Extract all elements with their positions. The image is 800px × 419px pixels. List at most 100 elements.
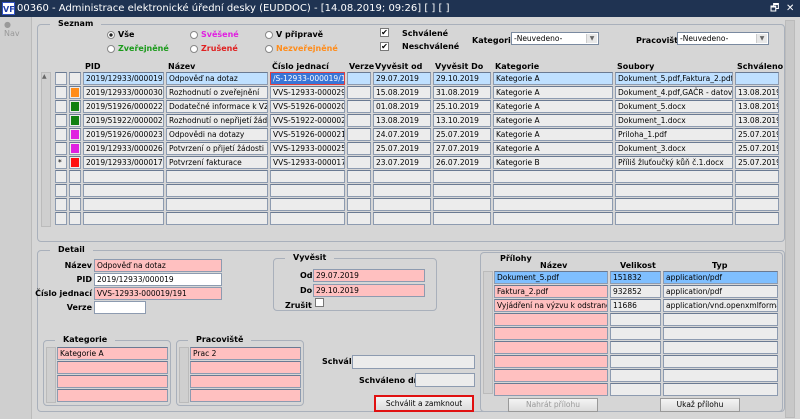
cell-cj[interactable] <box>270 184 345 197</box>
radio-button-icon[interactable] <box>190 30 198 39</box>
attachment-cell-nazev[interactable]: Dokument_5.pdf <box>494 271 608 284</box>
attachment-cell-velikost[interactable] <box>610 383 661 396</box>
cell-verze[interactable] <box>347 170 371 183</box>
cell-verze[interactable] <box>347 72 371 85</box>
cell-schvaleno[interactable]: 13.08.2019 <box>735 100 779 113</box>
row-marker[interactable] <box>55 142 67 155</box>
cell-verze[interactable] <box>347 86 371 99</box>
radio-3[interactable]: Zveřejněné <box>107 44 169 53</box>
row-marker[interactable] <box>55 212 67 225</box>
cell-verze[interactable] <box>347 184 371 197</box>
cell-do[interactable]: 13.10.2019 <box>433 114 491 127</box>
column-header[interactable]: Vyvěsit Do <box>435 62 483 71</box>
cell-kat[interactable]: Kategorie A <box>493 128 613 141</box>
cell-pid[interactable] <box>83 184 164 197</box>
attachment-cell-typ[interactable]: application/pdf <box>663 285 778 298</box>
attachment-cell-typ[interactable] <box>663 383 778 396</box>
cell-schvaleno[interactable] <box>735 184 779 197</box>
cell-kat[interactable] <box>493 198 613 211</box>
cell-verze[interactable] <box>347 156 371 169</box>
cell-od[interactable] <box>373 212 431 225</box>
radio-button-icon[interactable] <box>107 30 115 39</box>
radio-2[interactable]: V připravě <box>265 30 323 39</box>
cell-nazev[interactable]: Dodatečné informace k VZ <box>166 100 268 113</box>
cell-kat[interactable]: Kategorie A <box>493 100 613 113</box>
cell-nazev[interactable]: Rozhodnutí o nepřijetí žádosti <box>166 114 268 127</box>
cell-cj[interactable] <box>270 212 345 225</box>
cell-schvaleno[interactable]: 13.08.2019 <box>735 114 779 127</box>
attachment-cell-nazev[interactable] <box>494 313 608 326</box>
column-header[interactable]: Kategorie <box>495 62 539 71</box>
cell-nazev[interactable] <box>166 170 268 183</box>
cell-pid[interactable]: 2019/51922/000002 <box>83 114 164 127</box>
attachment-cell-typ[interactable] <box>663 327 778 340</box>
cell-od[interactable]: 13.08.2019 <box>373 114 431 127</box>
cell-cj[interactable]: VVS-12933-000029/191 <box>270 86 345 99</box>
row-marker[interactable] <box>55 72 67 85</box>
radio-button-icon[interactable] <box>107 44 115 53</box>
scroll-up-icon[interactable]: ▲ <box>42 73 47 80</box>
row-marker[interactable] <box>55 86 67 99</box>
cell-soubory[interactable] <box>615 184 733 197</box>
cell-kat[interactable]: Kategorie A <box>493 114 613 127</box>
nazev-field[interactable]: Odpověď na dotaz <box>94 259 222 272</box>
cell-kat[interactable]: Kategorie A <box>493 142 613 155</box>
cell-od[interactable]: 01.08.2019 <box>373 100 431 113</box>
cell-do[interactable] <box>433 170 491 183</box>
cell-soubory[interactable] <box>615 170 733 183</box>
radio-1[interactable]: Svěšené <box>190 30 239 39</box>
cell-do[interactable]: 25.10.2019 <box>433 100 491 113</box>
cell-cj[interactable]: VVS-12933-000017/191 <box>270 156 345 169</box>
column-header[interactable]: Schváleno <box>737 62 783 71</box>
column-header[interactable]: Vyvěsit od <box>375 62 422 71</box>
show-attachment-button[interactable]: Ukaž přílohu <box>660 398 740 412</box>
kategorie-list-item[interactable] <box>57 361 168 374</box>
attachment-cell-typ[interactable] <box>663 341 778 354</box>
cell-nazev[interactable]: Potvrzení fakturace <box>166 156 268 169</box>
attachment-cell-velikost[interactable] <box>610 341 661 354</box>
row-marker[interactable]: * <box>55 156 67 169</box>
cell-cj[interactable]: VVS-12933-000025/191 <box>270 142 345 155</box>
row-marker[interactable] <box>55 128 67 141</box>
cell-soubory[interactable] <box>615 198 733 211</box>
cell-kat[interactable]: Kategorie A <box>493 86 613 99</box>
radio-4[interactable]: Zrušené <box>190 44 238 53</box>
schvaleno-dne-field[interactable] <box>415 373 475 387</box>
cell-do[interactable] <box>433 184 491 197</box>
attachment-cell-nazev[interactable] <box>494 327 608 340</box>
cell-kat[interactable] <box>493 170 613 183</box>
cell-od[interactable] <box>373 170 431 183</box>
cell-cj[interactable]: VVS-51922-000002/191 <box>270 114 345 127</box>
cell-pid[interactable]: 2019/51926/000022 <box>83 100 164 113</box>
cell-od[interactable]: 23.07.2019 <box>373 156 431 169</box>
cell-nazev[interactable] <box>166 184 268 197</box>
radio-button-icon[interactable] <box>265 44 273 53</box>
pracoviste-list-item[interactable] <box>190 361 301 374</box>
cell-soubory[interactable] <box>615 212 733 225</box>
attachment-cell-velikost[interactable]: 932852 <box>610 285 661 298</box>
pracoviste-select[interactable]: -Neuvedeno- ▼ <box>677 32 769 45</box>
attachment-cell-nazev[interactable] <box>494 383 608 396</box>
radio-button-icon[interactable] <box>265 30 273 39</box>
cell-verze[interactable] <box>347 114 371 127</box>
cell-pid[interactable]: 2019/12933/000026 <box>83 142 164 155</box>
row-marker[interactable] <box>55 198 67 211</box>
pracoviste-list-item[interactable] <box>190 389 301 402</box>
cell-cj[interactable]: VVS-51926-000020/191 <box>270 100 345 113</box>
attachment-cell-typ[interactable] <box>663 355 778 368</box>
cell-nazev[interactable]: Rozhodnutí o zveřejnění <box>166 86 268 99</box>
column-header[interactable]: Číslo jednací <box>272 62 329 71</box>
cell-nazev[interactable] <box>166 212 268 225</box>
kategorie-list-item[interactable] <box>57 389 168 402</box>
attachment-cell-velikost[interactable] <box>610 327 661 340</box>
cell-kat[interactable]: Kategorie B <box>493 156 613 169</box>
attachment-cell-velikost[interactable] <box>610 313 661 326</box>
cell-nazev[interactable]: Odpovědi na dotazy <box>166 128 268 141</box>
restore-icon[interactable]: 🗗 <box>770 0 779 17</box>
kategorie-list-item[interactable]: Kategorie A <box>57 347 168 360</box>
cell-schvaleno[interactable]: 25.07.2019 <box>735 128 779 141</box>
close-icon[interactable]: ✕ <box>786 0 794 17</box>
cislo-jednaci-field[interactable]: VVS-12933-000019/191 <box>94 287 222 300</box>
radio-5[interactable]: Nezveřejněné <box>265 44 338 53</box>
list-scrollbar[interactable] <box>41 72 51 227</box>
